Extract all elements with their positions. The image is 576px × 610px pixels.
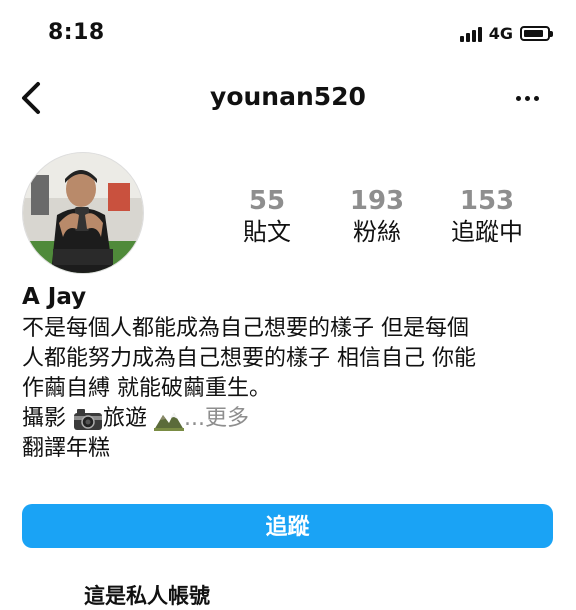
stat-value: 55: [248, 186, 286, 216]
camera-emoji-icon: [74, 409, 103, 430]
profile-header: younan520: [0, 72, 576, 124]
stat-label: 貼文: [243, 218, 291, 246]
stat-label: 追蹤中: [451, 218, 523, 246]
translate-link[interactable]: 翻譯年糕: [22, 434, 562, 464]
stat-posts[interactable]: 55 貼文: [212, 186, 322, 248]
avatar[interactable]: [22, 152, 144, 274]
bio-more-link[interactable]: 更多: [205, 406, 249, 431]
signal-icon: [459, 26, 482, 42]
stat-followers[interactable]: 193 粉絲: [322, 186, 432, 248]
bio-line: 不是每個人都能成為自己想要的樣子 但是每個: [22, 316, 469, 341]
bio-line: 作繭自縛 就能破繭重生。: [22, 376, 271, 401]
mountain-emoji-icon: [154, 413, 185, 431]
profile-photo: [23, 153, 143, 273]
stat-label: 粉絲: [353, 218, 401, 246]
bio-text: 旅遊: [103, 406, 148, 431]
dot-icon: [525, 95, 530, 101]
stat-following[interactable]: 153 追蹤中: [432, 186, 542, 248]
bio-line: 人都能努力成為自己想要的樣子 相信自己 你能: [22, 346, 476, 371]
network-type: 4G: [488, 24, 513, 43]
follow-button[interactable]: 追蹤: [22, 504, 553, 548]
private-account-notice: 這是私人帳號: [84, 584, 210, 608]
bio-text: 攝影: [22, 406, 67, 431]
profile-stats: 55 貼文 193 粉絲 153 追蹤中: [212, 186, 542, 248]
battery-icon: [520, 26, 553, 41]
dot-icon: [534, 95, 539, 101]
more-options-button[interactable]: [516, 86, 548, 110]
profile-name: A Jay: [22, 284, 87, 310]
dot-icon: [516, 95, 521, 101]
status-indicators: 4G: [459, 24, 553, 43]
profile-bio: 不是每個人都能成為自己想要的樣子 但是每個 人都能努力成為自己想要的樣子 相信自…: [22, 314, 562, 464]
bio-ellipsis: ...: [184, 406, 206, 431]
stat-value: 153: [459, 186, 515, 216]
status-bar: 8:18 4G: [0, 0, 576, 64]
profile-username: younan520: [210, 82, 366, 111]
bio-line: 攝影 旅遊 ...更多: [22, 404, 562, 434]
status-time: 8:18: [48, 20, 105, 45]
stat-value: 193: [349, 186, 405, 216]
